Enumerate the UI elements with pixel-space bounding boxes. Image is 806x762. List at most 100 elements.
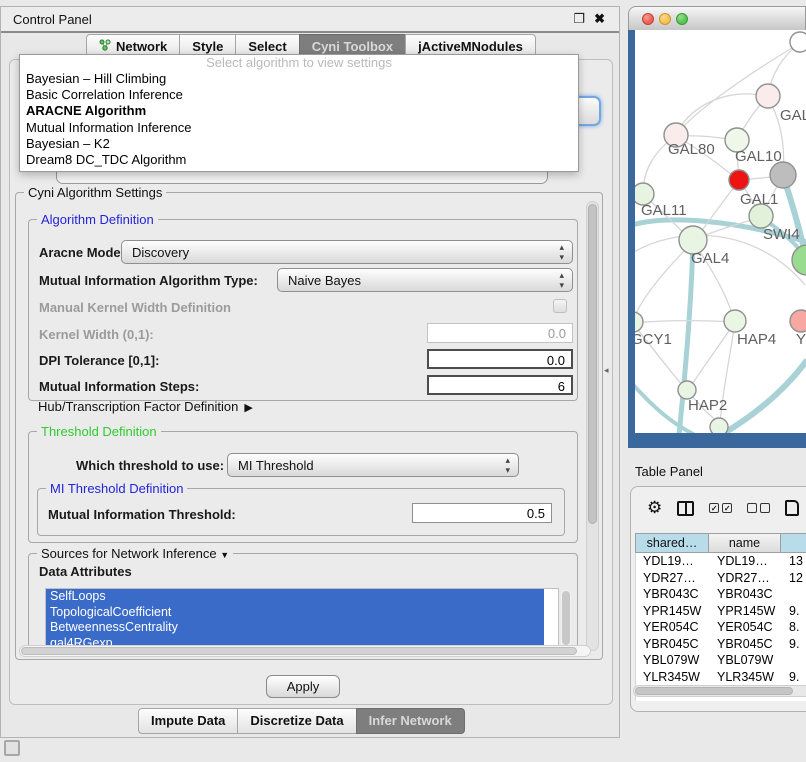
data-attribute-item[interactable]: SelfLoops — [46, 589, 544, 605]
hub-transcription-factor-toggle[interactable]: Hub/Transcription Factor Definition▶ — [38, 399, 253, 414]
zoom-window-button[interactable] — [676, 13, 688, 25]
document-icon[interactable] — [785, 500, 799, 516]
list-vertical-scrollbar[interactable] — [561, 590, 571, 648]
network-canvas[interactable]: GALGAL80GAL10GAL1GAL11SWI4GAL4GCY1HAP4YH… — [628, 30, 806, 448]
gear-icon[interactable]: ⚙ — [647, 499, 662, 517]
threshold-definition-title: Threshold Definition — [37, 424, 161, 439]
table-panel-title: Table Panel — [635, 464, 703, 479]
data-attributes-list[interactable]: SelfLoopsTopologicalCoefficientBetweenne… — [45, 588, 559, 651]
table-horizontal-scrollbar[interactable] — [633, 685, 806, 697]
network-node-gcy1[interactable] — [635, 312, 643, 332]
network-edge[interactable] — [635, 321, 734, 323]
manual-kernel-width-checkbox[interactable] — [553, 299, 567, 313]
table-cell[interactable]: YBR043C — [636, 586, 710, 603]
table-row[interactable]: YER054CYER054C8. — [636, 619, 806, 636]
mi-steps-field[interactable]: 6 — [427, 375, 573, 395]
algorithm-option[interactable]: Mutual Information Inference — [20, 120, 578, 136]
table-cell[interactable]: YPR145W — [636, 603, 710, 620]
table-cell[interactable] — [782, 586, 806, 603]
column-header-name[interactable]: name — [709, 533, 781, 553]
table-cell[interactable]: YBL079W — [710, 652, 782, 669]
column-header[interactable] — [781, 533, 806, 553]
scrollbar-thumb[interactable] — [21, 647, 577, 655]
algorithm-option[interactable]: ARACNE Algorithm — [20, 103, 578, 119]
table-cell[interactable]: YDL19… — [710, 553, 782, 570]
float-window-icon[interactable]: ❐ — [573, 11, 585, 27]
network-edge[interactable] — [676, 94, 768, 136]
sources-title-text: Sources for Network Inference — [41, 546, 217, 561]
network-node[interactable] — [710, 418, 728, 433]
tab-discretize-data[interactable]: Discretize Data — [237, 708, 356, 734]
network-node-y[interactable] — [790, 310, 806, 332]
mi-algorithm-type-combobox[interactable]: Naive Bayes ▴▾ — [277, 268, 573, 292]
settings-horizontal-scrollbar[interactable] — [19, 645, 591, 657]
table-toolbar: ⚙ ✓✓ — [647, 499, 799, 517]
network-edge[interactable] — [689, 322, 735, 389]
minimize-window-button[interactable] — [659, 13, 671, 25]
table-cell[interactable]: YDR27… — [636, 570, 710, 587]
network-node-swi4[interactable] — [749, 204, 773, 228]
table-row[interactable]: YDR27…YDR27…12 — [636, 570, 806, 587]
which-threshold-combobox[interactable]: MI Threshold ▴▾ — [227, 453, 519, 477]
table-cell[interactable]: 9. — [782, 669, 806, 686]
column-header-shared[interactable]: shared… — [635, 533, 709, 553]
scrollbar-thumb[interactable] — [635, 687, 793, 695]
table-row[interactable]: YPR145WYPR145W9. — [636, 603, 806, 620]
table-row[interactable]: YBL079WYBL079W — [636, 652, 806, 669]
table-cell[interactable]: YDR27… — [710, 570, 782, 587]
table-cell[interactable]: 13 — [782, 553, 806, 570]
sources-group-title[interactable]: Sources for Network Inference ▼ — [37, 546, 233, 561]
table-row[interactable]: YDL19…YDL19…13 — [636, 553, 806, 570]
settings-vertical-scrollbar[interactable] — [586, 201, 599, 651]
dpi-tolerance-field[interactable]: 0.0 — [427, 349, 573, 369]
data-attribute-item[interactable]: TopologicalCoefficient — [46, 605, 544, 621]
table-cell[interactable]: 8. — [782, 619, 806, 636]
table-cell[interactable]: 9. — [782, 636, 806, 653]
network-node-gal1[interactable] — [729, 170, 749, 190]
table-row[interactable]: YLR345WYLR345W9. — [636, 669, 806, 686]
algorithm-option[interactable]: Dream8 DC_TDC Algorithm — [20, 152, 578, 168]
network-node[interactable] — [770, 162, 796, 188]
kernel-width-field[interactable]: 0.0 — [427, 323, 573, 343]
table-cell[interactable]: 9. — [782, 603, 806, 620]
algorithm-option[interactable]: Bayesian – Hill Climbing — [20, 71, 578, 87]
network-node[interactable] — [790, 32, 806, 52]
minimized-panel-icon[interactable] — [4, 740, 20, 756]
table-cell[interactable]: YBL079W — [636, 652, 710, 669]
table-cell[interactable]: YER054C — [710, 619, 782, 636]
table-cell[interactable] — [782, 652, 806, 669]
close-window-button[interactable] — [642, 13, 654, 25]
table-cell[interactable]: YPR145W — [710, 603, 782, 620]
mi-threshold-field[interactable]: 0.5 — [412, 503, 552, 523]
table-cell[interactable]: YLR345W — [710, 669, 782, 686]
table-cell[interactable]: YBR045C — [636, 636, 710, 653]
unchecked-columns-icon[interactable] — [747, 503, 770, 513]
network-node-gal[interactable] — [756, 84, 780, 108]
checked-columns-icon[interactable]: ✓✓ — [709, 503, 732, 513]
network-node[interactable] — [792, 245, 806, 275]
apply-button[interactable]: Apply — [266, 675, 340, 698]
table-cell[interactable]: YDL19… — [636, 553, 710, 570]
table-cell[interactable]: YER054C — [636, 619, 710, 636]
tab-infer-network[interactable]: Infer Network — [356, 708, 465, 734]
table-row[interactable]: YBR043CYBR043C — [636, 586, 806, 603]
table-cell[interactable]: YBR043C — [710, 586, 782, 603]
data-attribute-item[interactable]: BetweennessCentrality — [46, 620, 544, 636]
close-window-icon[interactable]: ✖ — [594, 11, 605, 27]
split-columns-icon[interactable] — [677, 501, 694, 516]
table-cell[interactable]: 12 — [782, 570, 806, 587]
aracne-mode-combobox[interactable]: Discovery ▴▾ — [121, 240, 573, 264]
algorithm-option[interactable]: Basic Correlation Inference — [20, 87, 578, 103]
panel-collapse-handle[interactable]: ◂ — [604, 365, 609, 376]
network-node-hap4[interactable] — [724, 310, 746, 332]
table-row[interactable]: YBR045CYBR045C9. — [636, 636, 806, 653]
scrollbar-thumb[interactable] — [588, 204, 597, 524]
scrollbar-thumb[interactable] — [562, 591, 570, 645]
algorithm-option[interactable]: Bayesian – K2 — [20, 136, 578, 152]
network-edge[interactable] — [635, 242, 693, 322]
tab-impute-data[interactable]: Impute Data — [138, 708, 238, 734]
network-edge[interactable] — [721, 360, 806, 433]
table-cell[interactable]: YLR345W — [636, 669, 710, 686]
mi-threshold-definition-title: MI Threshold Definition — [46, 481, 187, 496]
table-cell[interactable]: YBR045C — [710, 636, 782, 653]
